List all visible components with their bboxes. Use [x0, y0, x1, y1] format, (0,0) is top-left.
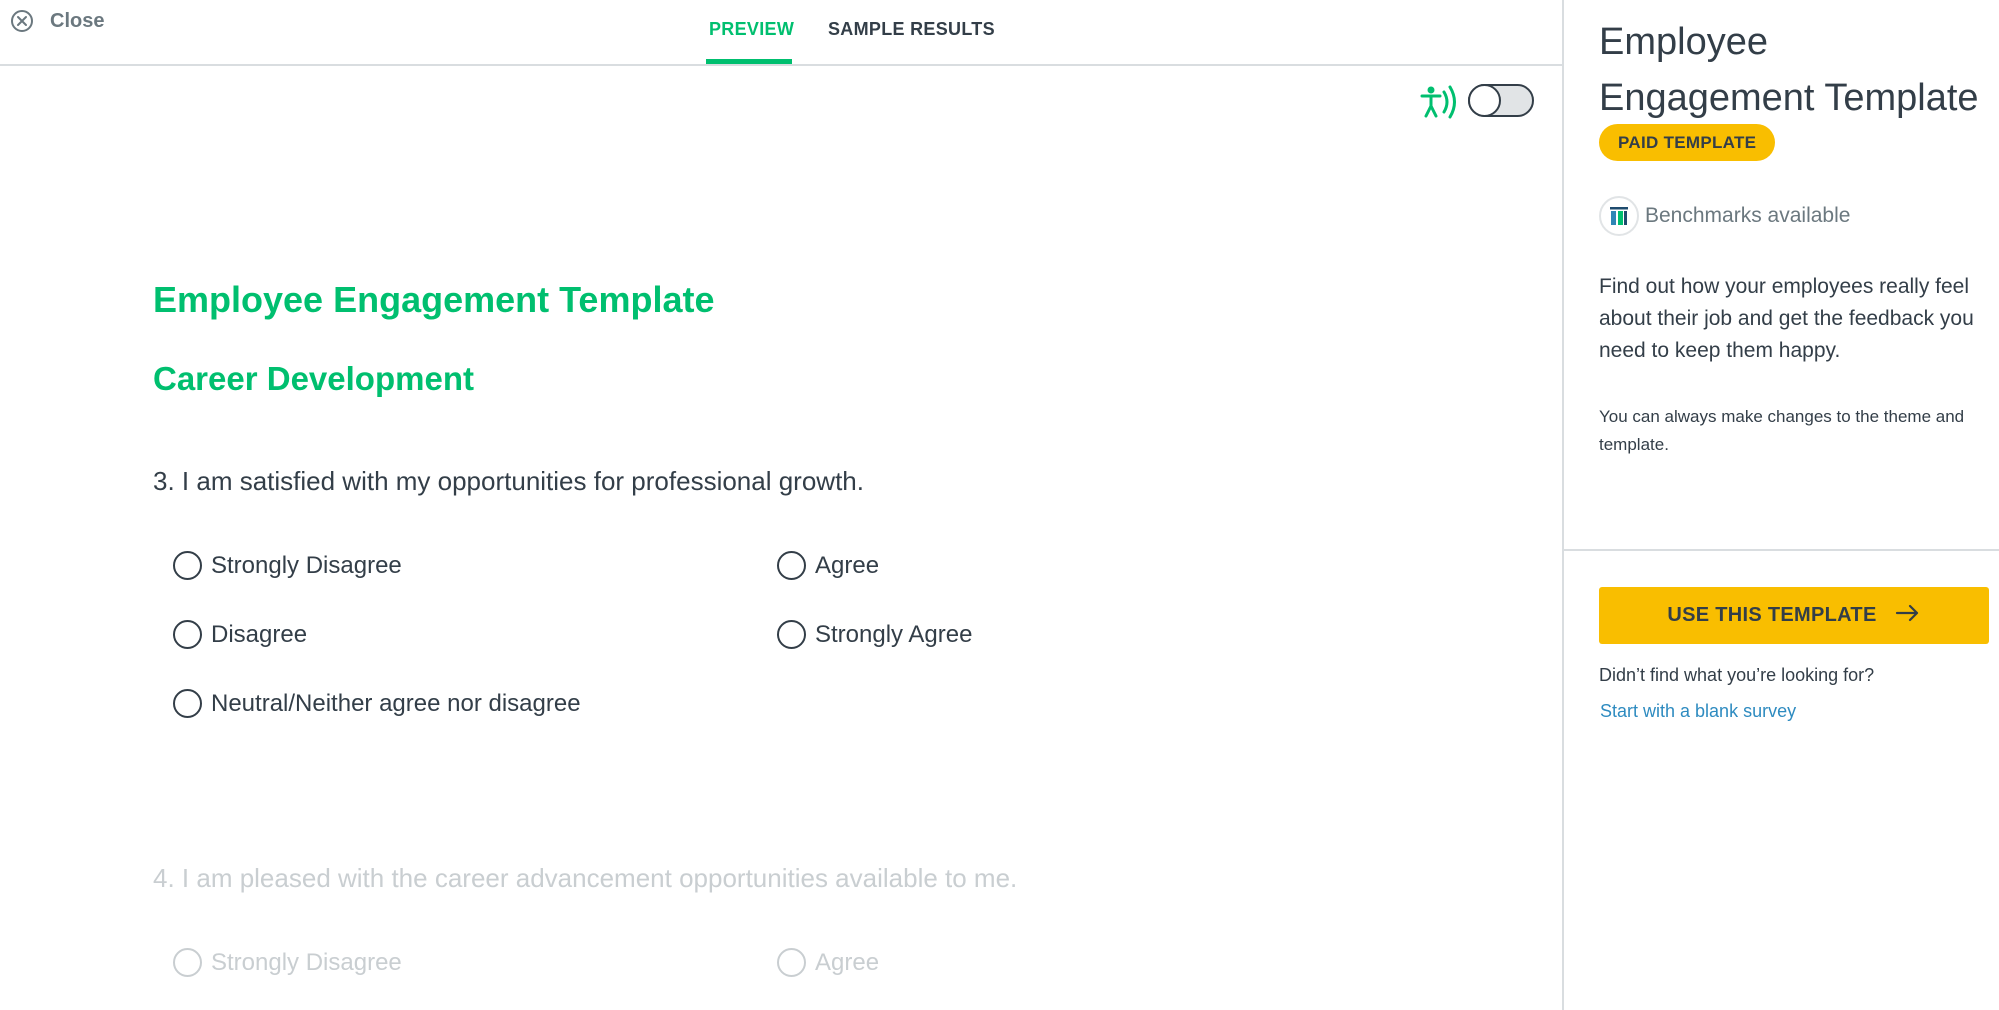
not-found-text: Didn’t find what you’re looking for? — [1599, 665, 1875, 685]
question-3-text: 3. I am satisfied with my opportunities … — [153, 466, 864, 496]
preview-topbar: Close PREVIEW SAMPLE RESULTS — [0, 0, 1562, 66]
q3-option-strongly-disagree[interactable]: Strongly Disagree — [173, 551, 402, 580]
option-label: Agree — [815, 948, 880, 976]
radio-button[interactable] — [173, 551, 202, 580]
arrow-right-icon — [1877, 603, 1921, 628]
toggle-knob — [1468, 84, 1501, 117]
tab-preview[interactable]: PREVIEW — [709, 19, 794, 40]
benchmark-chart-icon — [1599, 196, 1639, 236]
option-label: Strongly Disagree — [211, 948, 402, 976]
option-label: Agree — [815, 551, 880, 579]
q3-option-agree[interactable]: Agree — [777, 551, 879, 580]
radio-button[interactable] — [173, 620, 202, 649]
sidebar-divider — [1564, 549, 1999, 551]
option-label: Strongly Disagree — [211, 551, 402, 579]
q3-option-strongly-agree[interactable]: Strongly Agree — [777, 620, 972, 649]
radio-button[interactable] — [777, 551, 806, 580]
close-label: Close — [50, 9, 105, 32]
template-note: You can always make changes to the theme… — [1599, 407, 1965, 454]
template-sidebar: Employee Engagement Template PAID TEMPLA… — [1562, 0, 1999, 1010]
close-button[interactable]: Close — [10, 8, 104, 34]
radio-button[interactable] — [777, 620, 806, 649]
option-label: Strongly Agree — [815, 620, 973, 648]
radio-button[interactable] — [173, 948, 202, 977]
question-4-text: 4. I am pleased with the career advancem… — [153, 863, 1018, 893]
section-title: Career Development — [153, 360, 474, 397]
accessibility-toggle[interactable] — [1468, 84, 1534, 117]
template-description: Find out how your employees really feel … — [1599, 275, 1974, 362]
q3-option-neutral[interactable]: Neutral/Neither agree nor disagree — [173, 689, 581, 718]
option-label: Disagree — [211, 620, 308, 648]
tab-sample-results[interactable]: SAMPLE RESULTS — [828, 19, 995, 40]
q3-option-disagree[interactable]: Disagree — [173, 620, 307, 649]
paid-template-badge: PAID TEMPLATE — [1599, 124, 1776, 161]
q4-option-agree[interactable]: Agree — [777, 948, 879, 977]
radio-button[interactable] — [777, 948, 806, 977]
preview-pane: Close PREVIEW SAMPLE RESULTS Employee En… — [0, 0, 1562, 1010]
q4-option-strongly-disagree[interactable]: Strongly Disagree — [173, 948, 402, 977]
survey-title: Employee Engagement Template — [153, 279, 715, 320]
template-title: Employee Engagement Template — [1599, 21, 1979, 119]
option-label: Neutral/Neither agree nor disagree — [211, 689, 581, 717]
benchmarks-row: Benchmarks available — [1599, 196, 1850, 236]
radio-button[interactable] — [173, 689, 202, 718]
active-tab-indicator — [706, 59, 792, 64]
blank-survey-link[interactable]: Start with a blank survey — [1600, 701, 1796, 722]
close-circle-icon — [10, 9, 34, 33]
use-template-button[interactable]: USE THIS TEMPLATE — [1599, 587, 1989, 644]
accessibility-audio-icon[interactable] — [1419, 82, 1461, 122]
benchmarks-label: Benchmarks available — [1645, 204, 1851, 227]
use-template-label: USE THIS TEMPLATE — [1667, 604, 1877, 626]
